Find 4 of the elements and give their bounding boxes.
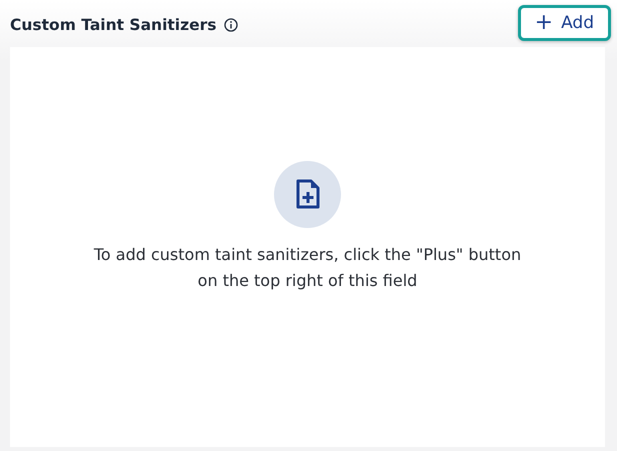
section-title: Custom Taint Sanitizers	[10, 16, 217, 34]
empty-state-message: To add custom taint sanitizers, click the "Plus" button on the top right of this field	[92, 244, 522, 292]
info-icon[interactable]	[224, 18, 238, 32]
add-button[interactable]: + Add	[518, 4, 611, 40]
